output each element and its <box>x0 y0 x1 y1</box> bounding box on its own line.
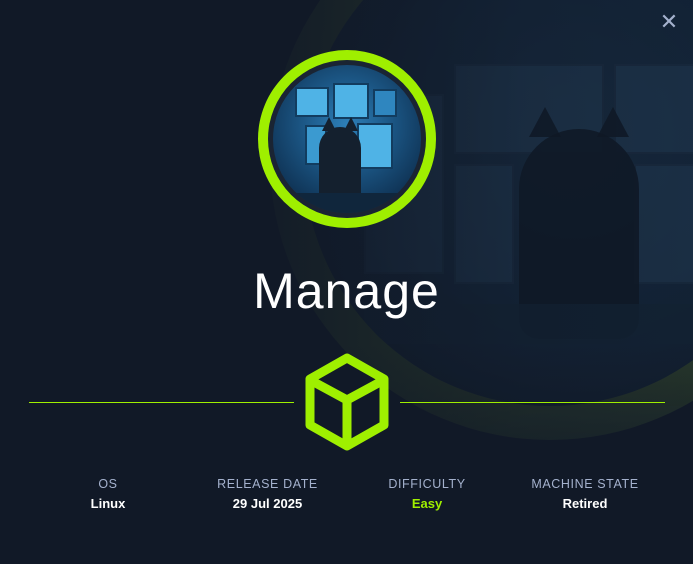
machine-avatar <box>258 50 436 228</box>
stat-difficulty-value: Easy <box>411 496 443 511</box>
stat-difficulty: DIFFICULTY Easy <box>367 477 487 511</box>
stat-os: OS Linux <box>68 477 148 511</box>
close-icon[interactable]: ✕ <box>660 10 678 35</box>
stat-difficulty-label: DIFFICULTY <box>388 477 466 491</box>
stat-machine-state-value: Retired <box>562 496 608 511</box>
stat-release-date-value: 29 Jul 2025 <box>232 496 303 511</box>
close-button[interactable]: ✕ <box>657 11 681 35</box>
cube-icon <box>305 353 389 451</box>
machine-avatar-image <box>273 65 421 213</box>
machine-info-modal: ✕ Manage OS Linux RELEASE DATE 29 Jul 20… <box>0 0 693 564</box>
divider-left <box>29 402 294 403</box>
stat-machine-state-label: MACHINE STATE <box>531 477 639 491</box>
divider-right <box>400 402 665 403</box>
stat-os-value: Linux <box>90 496 126 511</box>
stat-os-label: OS <box>98 477 118 491</box>
stat-machine-state: MACHINE STATE Retired <box>515 477 655 511</box>
stat-release-date: RELEASE DATE 29 Jul 2025 <box>200 477 335 511</box>
machine-name: Manage <box>253 263 440 319</box>
stat-release-date-label: RELEASE DATE <box>217 477 318 491</box>
